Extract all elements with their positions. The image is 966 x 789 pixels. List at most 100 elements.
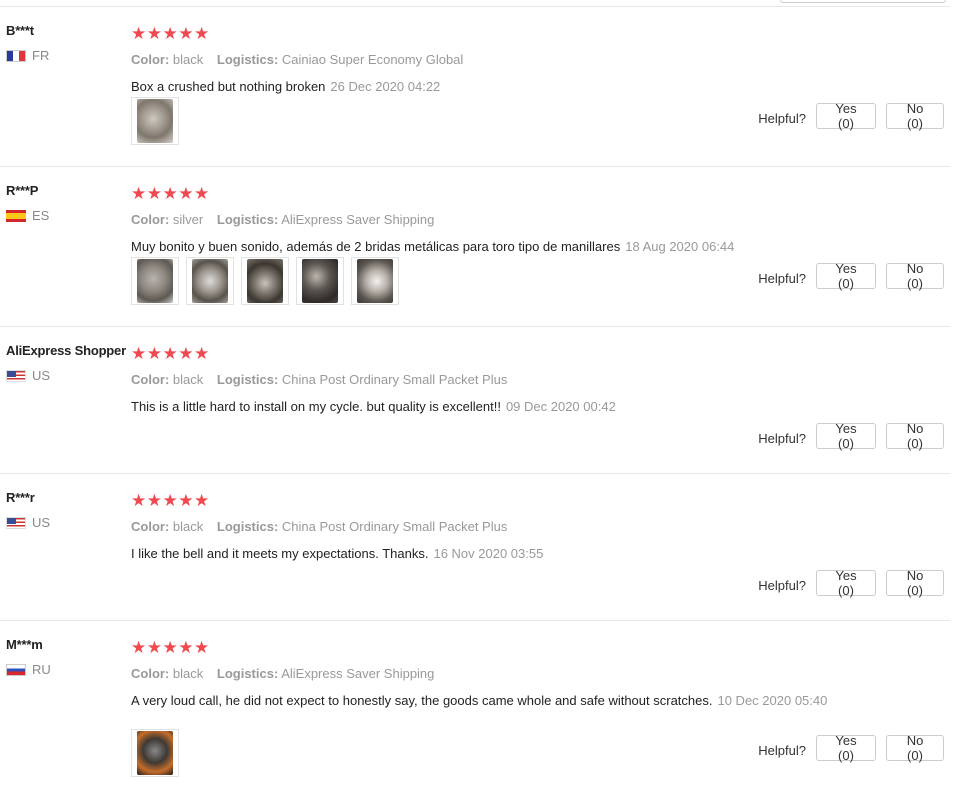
reviewer-name: M***m — [6, 637, 43, 652]
review-photo[interactable] — [131, 97, 179, 145]
review-photo[interactable] — [351, 257, 399, 305]
reviewer-country: US — [6, 368, 50, 383]
review-item: AliExpress Shopper US ★★★★★ Color: black… — [0, 327, 950, 474]
reviewer-name: R***r — [6, 490, 35, 505]
color-label: Color: — [131, 519, 170, 534]
review-body: I like the bell and it meets my expectat… — [131, 546, 429, 561]
logistics-label: Logistics: — [216, 52, 279, 67]
review-date: 18 Aug 2020 06:44 — [625, 239, 735, 254]
helpful-vote: Helpful? Yes (0) No (0) — [758, 733, 944, 763]
helpful-vote: Helpful? Yes (0) No (0) — [758, 421, 944, 451]
sort-dropdown-edge[interactable] — [780, 0, 946, 3]
logistics-value: China Post Ordinary Small Packet Plus — [281, 519, 508, 534]
review-meta: Color: black Logistics: Cainiao Super Ec… — [131, 52, 463, 67]
review-text: I like the bell and it meets my expectat… — [131, 544, 831, 563]
color-value: black — [172, 666, 204, 681]
country-code: RU — [32, 662, 51, 677]
color-value: black — [172, 52, 204, 67]
review-meta: Color: black Logistics: China Post Ordin… — [131, 519, 507, 534]
review-text: Muy bonito y buen sonido, además de 2 br… — [131, 237, 831, 256]
color-value: black — [172, 519, 204, 534]
review-item: B***t FR ★★★★★ Color: black Logistics: C… — [0, 7, 950, 167]
helpful-yes-button[interactable]: Yes (0) — [816, 101, 876, 131]
logistics-value: Cainiao Super Economy Global — [281, 52, 464, 67]
reviewer-country: ES — [6, 208, 49, 223]
review-date: 26 Dec 2020 04:22 — [330, 79, 441, 94]
reviewer-name: AliExpress Shopper — [6, 343, 126, 358]
review-photos — [131, 97, 179, 145]
helpful-label: Helpful? — [758, 577, 806, 593]
review-date: 09 Dec 2020 00:42 — [505, 399, 616, 414]
review-date: 16 Nov 2020 03:55 — [433, 546, 544, 561]
helpful-yes-button[interactable]: Yes (0) — [816, 421, 876, 451]
helpful-vote: Helpful? Yes (0) No (0) — [758, 261, 944, 291]
helpful-label: Helpful? — [758, 110, 806, 126]
reviewer-country: FR — [6, 48, 49, 63]
logistics-label: Logistics: — [216, 372, 279, 387]
helpful-yes-button[interactable]: Yes (0) — [816, 733, 876, 763]
flag-es-icon — [6, 209, 26, 222]
helpful-yes-button[interactable]: Yes (0) — [816, 568, 876, 598]
star-rating: ★★★★★ — [131, 24, 210, 43]
review-photo[interactable] — [296, 257, 344, 305]
flag-us-icon — [6, 516, 26, 529]
helpful-vote: Helpful? Yes (0) No (0) — [758, 101, 944, 131]
logistics-value: China Post Ordinary Small Packet Plus — [281, 372, 508, 387]
logistics-value: AliExpress Saver Shipping — [281, 666, 435, 681]
helpful-no-button[interactable]: No (0) — [886, 261, 944, 291]
helpful-no-button[interactable]: No (0) — [886, 568, 944, 598]
review-date: 10 Dec 2020 05:40 — [717, 693, 828, 708]
logistics-label: Logistics: — [216, 212, 279, 227]
flag-ru-icon — [6, 663, 26, 676]
logistics-value: AliExpress Saver Shipping — [281, 212, 435, 227]
country-code: US — [32, 368, 51, 383]
review-text: This is a little hard to install on my c… — [131, 397, 831, 416]
review-body: Muy bonito y buen sonido, además de 2 br… — [131, 239, 621, 254]
review-photo[interactable] — [131, 257, 179, 305]
helpful-label: Helpful? — [758, 430, 806, 446]
review-meta: Color: black Logistics: AliExpress Saver… — [131, 666, 434, 681]
review-photo[interactable] — [131, 729, 179, 777]
review-body: This is a little hard to install on my c… — [131, 399, 501, 414]
review-photo[interactable] — [241, 257, 289, 305]
star-rating: ★★★★★ — [131, 638, 210, 657]
review-text: A very loud call, he did not expect to h… — [131, 691, 831, 710]
review-item: R***P ES ★★★★★ Color: silver Logistics: … — [0, 167, 950, 327]
review-item: M***m RU ★★★★★ Color: black Logistics: A… — [0, 621, 950, 789]
color-label: Color: — [131, 212, 170, 227]
review-text: Box a crushed but nothing broken 26 Dec 2… — [131, 77, 831, 96]
reviewer-name: B***t — [6, 23, 34, 38]
helpful-vote: Helpful? Yes (0) No (0) — [758, 568, 944, 598]
flag-fr-icon — [6, 49, 26, 62]
country-code: FR — [32, 48, 50, 63]
review-photos — [131, 257, 399, 305]
review-body: Box a crushed but nothing broken — [131, 79, 326, 94]
review-item: R***r US ★★★★★ Color: black Logistics: C… — [0, 474, 950, 621]
reviewer-name: R***P — [6, 183, 39, 198]
helpful-label: Helpful? — [758, 742, 806, 758]
review-photos — [131, 729, 179, 777]
color-label: Color: — [131, 372, 170, 387]
color-value: silver — [172, 212, 204, 227]
reviewer-country: US — [6, 515, 50, 530]
review-body: A very loud call, he did not expect to h… — [131, 693, 713, 708]
country-code: US — [32, 515, 51, 530]
logistics-label: Logistics: — [216, 519, 279, 534]
reviewer-country: RU — [6, 662, 51, 677]
helpful-no-button[interactable]: No (0) — [886, 421, 944, 451]
color-label: Color: — [131, 52, 170, 67]
flag-us-icon — [6, 369, 26, 382]
review-meta: Color: silver Logistics: AliExpress Save… — [131, 212, 434, 227]
helpful-no-button[interactable]: No (0) — [886, 101, 944, 131]
helpful-yes-button[interactable]: Yes (0) — [816, 261, 876, 291]
logistics-label: Logistics: — [216, 666, 279, 681]
star-rating: ★★★★★ — [131, 344, 210, 363]
helpful-label: Helpful? — [758, 270, 806, 286]
color-value: black — [172, 372, 204, 387]
color-label: Color: — [131, 666, 170, 681]
country-code: ES — [32, 208, 50, 223]
helpful-no-button[interactable]: No (0) — [886, 733, 944, 763]
review-photo[interactable] — [186, 257, 234, 305]
star-rating: ★★★★★ — [131, 184, 210, 203]
review-meta: Color: black Logistics: China Post Ordin… — [131, 372, 507, 387]
